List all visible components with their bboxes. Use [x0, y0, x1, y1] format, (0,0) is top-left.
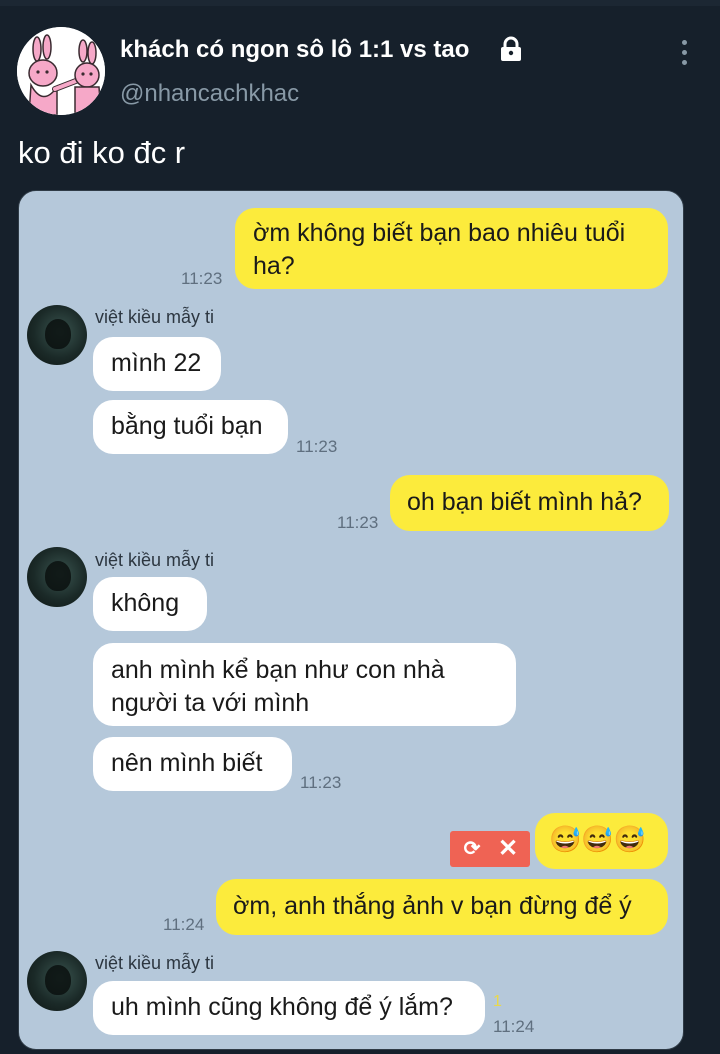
incoming-message-bubble: mình 22 [93, 337, 221, 391]
message-text: mình 22 [111, 349, 202, 377]
message-time: 11:24 [163, 915, 205, 934]
message-text: ờm, anh thắng ảnh v bạn đừng để ý [233, 892, 632, 920]
sender-name: việt kiều mẫy ti [95, 550, 215, 570]
message-text: người ta với mình [111, 689, 310, 717]
message-text: anh mình kể bạn như con nhà [111, 656, 445, 684]
sender-avatar [27, 951, 87, 1011]
display-name[interactable]: khách có ngon sô lô 1:1 vs tao [120, 36, 469, 64]
message-time: 11:24 [493, 1017, 535, 1036]
incoming-message-bubble: bằng tuổi bạn [93, 400, 288, 454]
message-text: ờm không biết bạn bao nhiêu tuổi [253, 219, 626, 247]
message-time: 11:23 [300, 773, 342, 792]
outgoing-message-bubble: 😅😅😅 [535, 813, 668, 869]
delete-icon[interactable]: ✕ [496, 836, 520, 862]
message-time: 11:23 [296, 437, 338, 456]
message-text: uh mình cũng không để ý lắm? [111, 993, 453, 1021]
top-divider [0, 0, 720, 6]
sender-avatar [27, 305, 87, 365]
outgoing-message-bubble: oh bạn biết mình hả? [390, 475, 669, 531]
bunny-avatar-icon [17, 27, 105, 115]
message-text: bằng tuổi bạn [111, 412, 263, 440]
outgoing-message-bubble: ờm không biết bạn bao nhiêu tuổi ha? [235, 208, 668, 289]
incoming-message-bubble: anh mình kể bạn như con nhà người ta với… [93, 643, 516, 726]
sender-name: việt kiều mẫy ti [95, 953, 215, 973]
incoming-message-bubble: không [93, 577, 207, 631]
unread-count: 1 [493, 993, 502, 1010]
sender-avatar [27, 547, 87, 607]
message-time: 11:23 [337, 513, 379, 532]
message-text: ha? [253, 252, 295, 280]
message-time: 11:23 [181, 269, 223, 288]
tweet-text: ko đi ko đc r [18, 135, 186, 170]
retry-send-controls: ⟳ ✕ [450, 831, 530, 867]
outgoing-message-bubble: ờm, anh thắng ảnh v bạn đừng để ý [216, 879, 668, 935]
message-text: không [111, 589, 180, 617]
sender-name: việt kiều mẫy ti [95, 307, 215, 327]
user-handle[interactable]: @nhancachkhac [120, 80, 299, 108]
more-options-icon[interactable] [676, 40, 692, 68]
lock-icon [501, 36, 521, 61]
chat-screenshot-image[interactable]: 11:23 ờm không biết bạn bao nhiêu tuổi h… [18, 190, 684, 1050]
message-text: nên mình biết [111, 749, 263, 777]
message-text: 😅😅😅 [549, 824, 647, 854]
profile-avatar[interactable] [17, 27, 105, 115]
incoming-message-bubble: uh mình cũng không để ý lắm? [93, 981, 485, 1035]
message-text: oh bạn biết mình hả? [407, 488, 642, 516]
resend-icon[interactable]: ⟳ [460, 837, 484, 861]
incoming-message-bubble: nên mình biết [93, 737, 292, 791]
